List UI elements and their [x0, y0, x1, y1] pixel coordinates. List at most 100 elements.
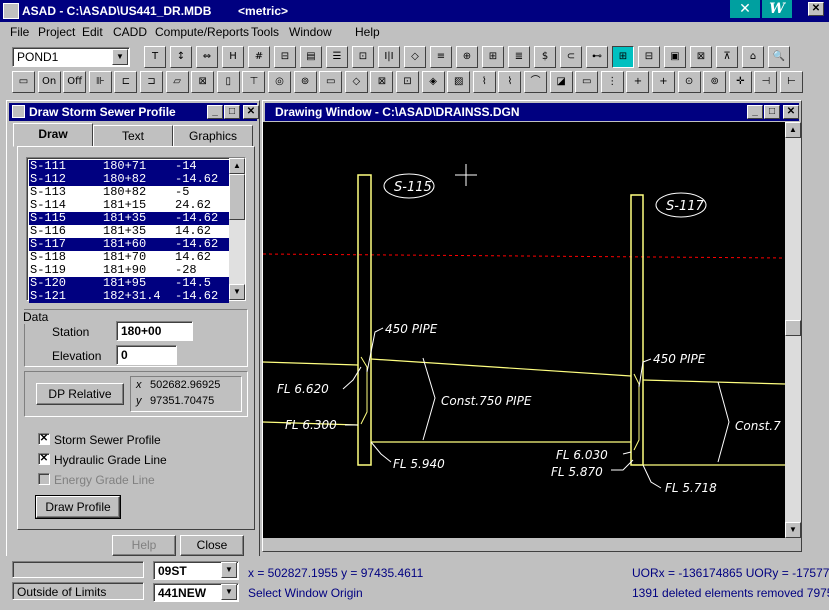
- app-close-button[interactable]: ✕: [808, 2, 824, 16]
- menu-compute-reports[interactable]: Compute/Reports: [155, 25, 249, 39]
- toolbar-button-r1-14[interactable]: ⊞: [482, 46, 504, 68]
- toolbar-button-r2-10[interactable]: ⊤: [242, 71, 266, 93]
- close-button[interactable]: Close: [180, 535, 244, 556]
- toolbar-button-r1-4[interactable]: H: [222, 46, 244, 68]
- egl-checkbox[interactable]: [38, 473, 50, 485]
- toolbar-button-r2-5[interactable]: ⊏: [114, 71, 138, 93]
- toolbar-button-r1-23[interactable]: ⊼: [716, 46, 738, 68]
- status-combo-1[interactable]: 09ST ▼: [153, 561, 239, 580]
- menu-tools[interactable]: Tools: [251, 25, 279, 39]
- draw-profile-button[interactable]: Draw Profile: [35, 495, 121, 519]
- scroll-up-icon[interactable]: ▲: [229, 158, 245, 174]
- toolbar-button-r1-25[interactable]: 🔍: [768, 46, 790, 68]
- toolbar-button-r1-1[interactable]: T: [144, 46, 166, 68]
- toolbar-button-r2-6[interactable]: ⊐: [140, 71, 163, 93]
- hgl-checkbox[interactable]: ✕: [38, 453, 50, 465]
- drawing-maximize-button[interactable]: □: [764, 105, 780, 119]
- toolbar-button-r1-6[interactable]: ⊟: [274, 46, 296, 68]
- toolbar-button-r1-12[interactable]: ≡: [430, 46, 452, 68]
- toolbar-button-r1-20[interactable]: ⊟: [638, 46, 660, 68]
- toolbar-button-r2-21[interactable]: ⌒: [524, 71, 547, 93]
- dialog-close-button[interactable]: ✕: [243, 105, 259, 119]
- layer-combo[interactable]: POND1 ▼: [12, 47, 130, 67]
- tab-text[interactable]: Text: [93, 125, 173, 147]
- listbox-scroll-thumb[interactable]: [229, 174, 245, 220]
- toolbar-button-r2-15[interactable]: ⊠: [370, 71, 394, 93]
- toolbar-button-r1-9[interactable]: ⊡: [352, 46, 374, 68]
- elevation-input[interactable]: 0: [116, 345, 177, 365]
- toolbar-button-r2-29[interactable]: ✛: [728, 71, 752, 93]
- toolbar-button-r2-28[interactable]: ⊚: [703, 71, 727, 93]
- drawing-scroll-up-icon[interactable]: ▲: [785, 122, 801, 138]
- scroll-down-icon[interactable]: ▼: [229, 284, 245, 300]
- toolbar-button-r2-7[interactable]: ▱: [165, 71, 189, 93]
- app-icon[interactable]: [3, 3, 19, 19]
- structure-listbox[interactable]: S-111 180+71 -14 S-112 180+82 -14.62 S-113 180+…: [26, 157, 246, 303]
- toolbar-button-r2-1[interactable]: ▭: [12, 71, 35, 93]
- toolbar-button-r2-8[interactable]: ⊠: [191, 71, 215, 93]
- toolbar-button-r1-17[interactable]: ⊂: [560, 46, 582, 68]
- tab-graphics[interactable]: Graphics: [173, 125, 253, 147]
- toolbar-button-r1-19[interactable]: ⊞: [612, 46, 634, 68]
- status-combo-2[interactable]: 441NEW ▼: [153, 583, 239, 602]
- help-button[interactable]: Help: [112, 535, 176, 556]
- toolbar-button-r1-21[interactable]: ▣: [664, 46, 686, 68]
- drawing-close-button[interactable]: ✕: [783, 105, 799, 119]
- toolbar-button-r1-2[interactable]: ↕: [170, 46, 192, 68]
- toolbar-button-r2-18[interactable]: ▨: [447, 71, 471, 93]
- toolbar-button-r2-16[interactable]: ⊡: [396, 71, 419, 93]
- dp-relative-button[interactable]: DP Relative: [36, 383, 124, 405]
- toolbar-button-r1-18[interactable]: ⊷: [586, 46, 608, 68]
- menu-edit[interactable]: Edit: [82, 25, 103, 39]
- dialog-minimize-button[interactable]: _: [207, 105, 223, 119]
- toolbar-button-r2-17[interactable]: ◈: [421, 71, 445, 93]
- toolbar-button-r2-2[interactable]: On: [37, 71, 61, 93]
- menu-window[interactable]: Window: [289, 25, 332, 39]
- toolbar-button-r2-3[interactable]: Off: [63, 71, 87, 93]
- storm-sewer-checkbox[interactable]: ✕: [38, 433, 50, 445]
- toolbar-button-r2-30[interactable]: ⊣: [754, 71, 778, 93]
- toolbar-button-r1-24[interactable]: ⌂: [742, 46, 764, 68]
- toolbar-button-r2-24[interactable]: ⋮: [600, 71, 624, 93]
- toolbar-button-r2-26[interactable]: +: [652, 71, 675, 93]
- menu-file[interactable]: File: [10, 25, 29, 39]
- toolbar-button-r1-11[interactable]: ◇: [404, 46, 426, 68]
- menu-project[interactable]: Project: [38, 25, 75, 39]
- station-input[interactable]: 180+00: [116, 321, 193, 341]
- toolbar-button-r2-12[interactable]: ⊚: [293, 71, 317, 93]
- toolbar-button-r2-25[interactable]: +: [626, 71, 650, 93]
- chevron-down-icon[interactable]: ▼: [221, 584, 237, 600]
- toolbar-button-r2-4[interactable]: ⊪: [88, 71, 112, 93]
- chevron-down-icon[interactable]: ▼: [221, 562, 237, 578]
- toolbar-button-r1-13[interactable]: ⊕: [456, 46, 478, 68]
- menu-help[interactable]: Help: [355, 25, 380, 39]
- toolbar-button-r1-5[interactable]: #: [248, 46, 270, 68]
- drawing-vertical-scrollbar[interactable]: ▲ ▼: [785, 122, 801, 538]
- toolbar-button-r2-9[interactable]: ▯: [216, 71, 240, 93]
- toolbar-button-r1-10[interactable]: I|I: [378, 46, 400, 68]
- chevron-down-icon[interactable]: ▼: [112, 49, 128, 65]
- tab-draw[interactable]: Draw: [13, 123, 93, 147]
- toolbar-button-r2-14[interactable]: ◇: [344, 71, 368, 93]
- toolbar-button-r2-11[interactable]: ◎: [268, 71, 291, 93]
- toolbar-button-r2-22[interactable]: ◪: [549, 71, 573, 93]
- drawing-minimize-button[interactable]: _: [747, 105, 763, 119]
- toolbar-button-r2-19[interactable]: ⌇: [472, 71, 496, 93]
- toolbar-button-r2-23[interactable]: ▭: [575, 71, 599, 93]
- drawing-scroll-thumb[interactable]: [785, 320, 801, 336]
- listbox-scrollbar[interactable]: ▲ ▼: [229, 158, 245, 300]
- toolbar-button-r1-3[interactable]: ⇔: [196, 46, 218, 68]
- drawing-canvas[interactable]: S-115 S-117 450 PIPE 450 PIPE Const.750 …: [263, 122, 785, 538]
- toolbar-button-r1-8[interactable]: ☰: [326, 46, 348, 68]
- toolbar-button-r1-15[interactable]: ≣: [508, 46, 530, 68]
- toolbar-button-r2-31[interactable]: ⊢: [780, 71, 803, 93]
- toolbar-button-r2-20[interactable]: ⌇: [498, 71, 522, 93]
- toolbar-button-r2-13[interactable]: ▭: [319, 71, 343, 93]
- list-item[interactable]: S-121 182+31.4 -14.62: [29, 290, 229, 303]
- toolbar-button-r2-27[interactable]: ⊙: [677, 71, 701, 93]
- drawing-scroll-down-icon[interactable]: ▼: [785, 522, 801, 538]
- dialog-maximize-button[interactable]: □: [224, 105, 240, 119]
- toolbar-button-r1-7[interactable]: ▤: [300, 46, 322, 68]
- menu-cadd[interactable]: CADD: [113, 25, 147, 39]
- toolbar-button-r1-22[interactable]: ⊠: [690, 46, 712, 68]
